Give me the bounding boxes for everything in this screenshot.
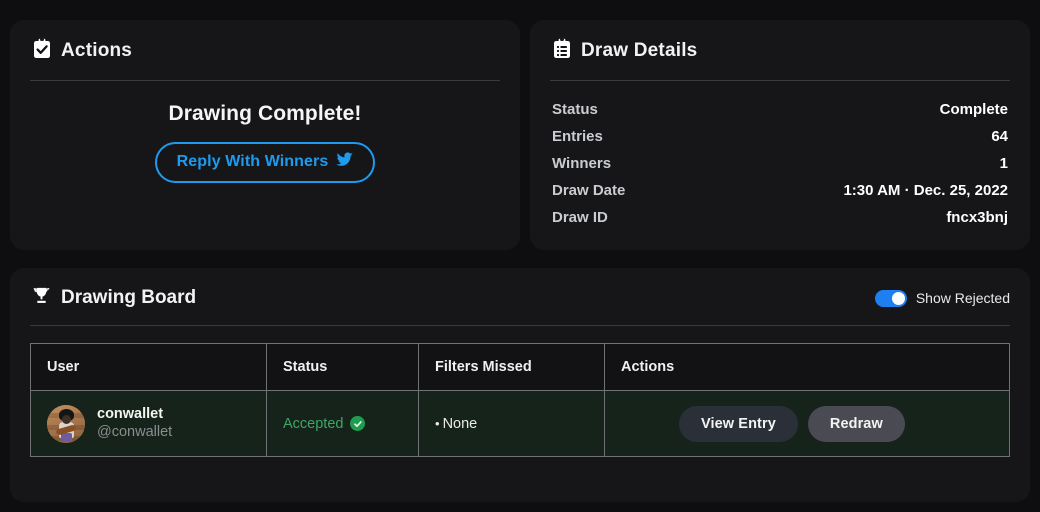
avatar (47, 404, 85, 443)
entries-table: User Status Filters Missed Actions conwa… (30, 343, 1010, 457)
detail-label: Entries (552, 128, 603, 145)
actions-card-title: Actions (61, 40, 133, 61)
draw-details-list: Status Complete Entries 64 Winners 1 Dra… (550, 99, 1010, 229)
actions-card-header: Actions (30, 36, 500, 66)
draw-details-card-divider (550, 80, 1010, 81)
toggle-knob (891, 291, 905, 305)
show-rejected-toggle[interactable]: Show Rejected (874, 289, 1010, 307)
detail-value: fncx3bnj (946, 209, 1008, 226)
app-root: Actions Drawing Complete! Reply With Win… (0, 0, 1040, 512)
row-action-buttons: View Entry Redraw (621, 405, 1009, 442)
clipboard-check-icon (32, 38, 52, 64)
column-header-actions: Actions (604, 343, 1010, 391)
actions-card: Actions Drawing Complete! Reply With Win… (10, 20, 520, 250)
detail-row-draw-id: Draw ID fncx3bnj (552, 207, 1008, 229)
user-cell: conwallet @conwallet (47, 404, 266, 443)
cell-user: conwallet @conwallet (30, 390, 267, 457)
twitter-bird-icon (336, 152, 354, 172)
draw-details-card-header: Draw Details (550, 36, 1010, 66)
reply-with-winners-button[interactable]: Reply With Winners (154, 141, 376, 183)
filters-missed-text: None (442, 415, 478, 432)
detail-row-status: Status Complete (552, 99, 1008, 121)
detail-label: Status (552, 101, 598, 118)
cell-filters-missed: • None (418, 390, 605, 457)
detail-value: 64 (991, 128, 1008, 145)
cell-actions: View Entry Redraw (604, 390, 1010, 457)
detail-row-draw-date: Draw Date 1:30 AM · Dec. 25, 2022 (552, 180, 1008, 202)
status-text: Accepted (283, 415, 344, 432)
bullet-icon: • (435, 415, 440, 431)
column-header-user: User (30, 343, 267, 391)
user-handle: @conwallet (97, 423, 173, 440)
detail-value: 1:30 AM · Dec. 25, 2022 (843, 182, 1008, 199)
redraw-button[interactable]: Redraw (807, 405, 905, 442)
table-row: conwallet @conwallet Accepted • None Vie… (30, 390, 1010, 457)
detail-value: 1 (999, 155, 1008, 172)
drawing-board-divider (30, 325, 1010, 326)
view-entry-button[interactable]: View Entry (679, 405, 798, 442)
reply-with-winners-label: Reply With Winners (176, 152, 329, 170)
column-header-status: Status (266, 343, 419, 391)
entries-table-header-row: User Status Filters Missed Actions (30, 343, 1010, 391)
status-badge: Accepted (283, 415, 366, 432)
detail-label: Draw Date (552, 182, 626, 199)
user-display-name: conwallet (97, 406, 164, 423)
detail-row-entries: Entries 64 (552, 126, 1008, 148)
actions-card-body: Drawing Complete! Reply With Winners (30, 81, 500, 221)
draw-details-card: Draw Details Status Complete Entries 64 … (530, 20, 1030, 250)
column-header-filters-missed: Filters Missed (418, 343, 605, 391)
detail-label: Winners (552, 155, 612, 172)
detail-label: Draw ID (552, 209, 608, 226)
drawing-board-title: Drawing Board (61, 287, 197, 308)
show-rejected-switch[interactable] (874, 289, 907, 307)
user-name-block: conwallet @conwallet (97, 406, 172, 440)
draw-details-card-title: Draw Details (581, 40, 698, 61)
detail-value: Complete (939, 101, 1008, 118)
verified-check-icon (350, 416, 366, 431)
trophy-icon (32, 286, 51, 310)
top-cards-row: Actions Drawing Complete! Reply With Win… (10, 20, 1030, 250)
drawing-board-title-group: Drawing Board (32, 286, 196, 310)
clipboard-list-icon (552, 38, 572, 64)
drawing-board-header: Drawing Board Show Rejected (30, 282, 1010, 314)
entries-table-body: conwallet @conwallet Accepted • None Vie… (30, 390, 1010, 457)
drawing-board-card: Drawing Board Show Rejected User Status … (10, 268, 1030, 502)
show-rejected-label: Show Rejected (915, 290, 1010, 306)
detail-row-winners: Winners 1 (552, 153, 1008, 175)
filters-missed-value: • None (435, 416, 477, 432)
entries-table-head: User Status Filters Missed Actions (30, 343, 1010, 391)
drawing-complete-headline: Drawing Complete! (168, 101, 362, 125)
cell-status: Accepted (266, 390, 419, 457)
